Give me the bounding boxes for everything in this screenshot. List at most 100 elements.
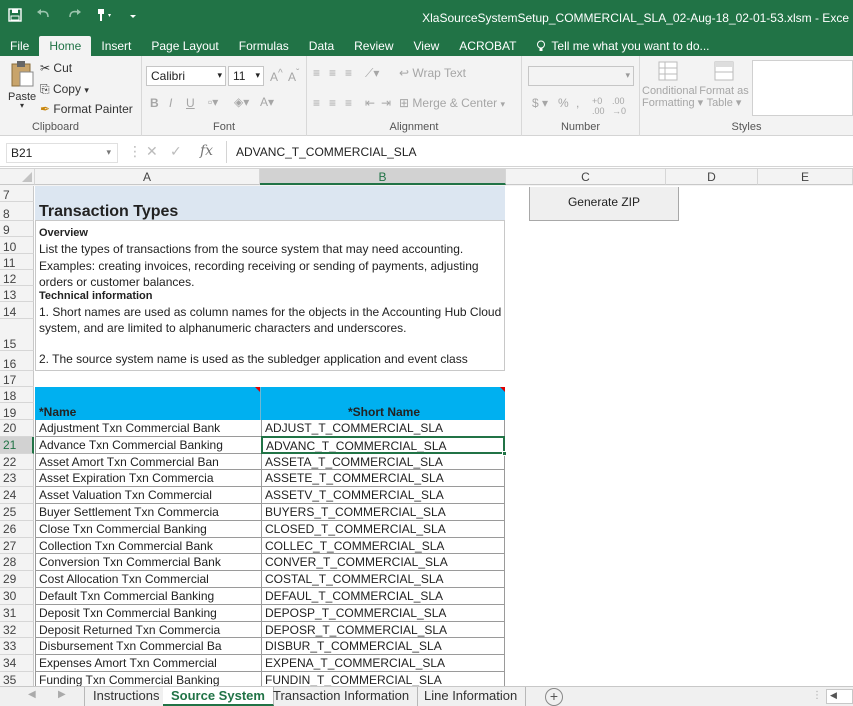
align-top-icon[interactable]: ≡: [313, 66, 320, 80]
font-size-dropdown[interactable]: 11 ▾: [228, 66, 264, 86]
transaction-short-name-cell[interactable]: ADVANC_T_COMMERCIAL_SLA: [261, 436, 505, 454]
generate-zip-button[interactable]: Generate ZIP: [529, 187, 679, 221]
technical-heading[interactable]: Technical information: [36, 290, 152, 302]
column-header-d[interactable]: D: [666, 169, 758, 185]
transaction-short-name-cell[interactable]: ADJUST_T_COMMERCIAL_SLA: [261, 420, 505, 437]
format-as-table-button[interactable]: Format as Table ▾: [698, 60, 750, 109]
transaction-name-cell[interactable]: Asset Valuation Txn Commercial: [35, 487, 261, 504]
transaction-name-cell[interactable]: Close Txn Commercial Banking: [35, 521, 261, 538]
borders-icon[interactable]: ▫▾: [208, 95, 218, 109]
examples-line-1[interactable]: Examples: creating invoices, recording r…: [36, 259, 479, 273]
comma-button[interactable]: ,: [576, 96, 579, 110]
decrease-font-icon[interactable]: Aˇ: [288, 68, 299, 84]
tell-me-box[interactable]: Tell me what you want to do...: [526, 36, 719, 56]
technical-line-3[interactable]: 2. The source system name is used as the…: [36, 352, 468, 366]
row-header[interactable]: 11: [0, 254, 34, 270]
confirm-entry-icon[interactable]: ✓: [170, 143, 182, 160]
number-format-dropdown[interactable]: ▾: [528, 66, 634, 86]
row-header[interactable]: 28: [0, 554, 34, 571]
transaction-short-name-cell[interactable]: BUYERS_T_COMMERCIAL_SLA: [261, 504, 505, 521]
font-color-icon[interactable]: A▾: [260, 95, 274, 109]
merge-center-button[interactable]: ⊞ Merge & Center ▾: [399, 96, 505, 110]
cell-styles-gallery[interactable]: [752, 60, 853, 116]
row-header[interactable]: 16: [0, 351, 34, 371]
align-center-icon[interactable]: ≡: [329, 96, 336, 110]
row-header[interactable]: 30: [0, 588, 34, 605]
insert-function-icon[interactable]: fx: [200, 143, 213, 159]
column-header-b[interactable]: B: [260, 169, 506, 185]
transaction-short-name-cell[interactable]: COSTAL_T_COMMERCIAL_SLA: [261, 571, 505, 588]
save-icon[interactable]: [8, 8, 22, 25]
transaction-name-cell[interactable]: Advance Txn Commercial Banking: [35, 437, 261, 454]
copy-button[interactable]: ⎘ Copy ▾: [40, 82, 89, 97]
tab-acrobat[interactable]: ACROBAT: [449, 36, 526, 56]
align-middle-icon[interactable]: ≡: [329, 66, 336, 80]
transaction-short-name-cell[interactable]: CONVER_T_COMMERCIAL_SLA: [261, 554, 505, 571]
tab-view[interactable]: View: [404, 36, 450, 56]
add-sheet-button[interactable]: +: [545, 688, 563, 706]
transaction-short-name-cell[interactable]: ASSETV_T_COMMERCIAL_SLA: [261, 487, 505, 504]
row-header[interactable]: 10: [0, 237, 34, 254]
row-header[interactable]: 8: [0, 202, 34, 221]
row-header[interactable]: 23: [0, 470, 34, 487]
row-header[interactable]: 17: [0, 371, 34, 387]
redo-icon[interactable]: [66, 8, 82, 25]
overview-text[interactable]: List the types of transactions from the …: [36, 242, 463, 256]
formula-input[interactable]: ADVANC_T_COMMERCIAL_SLA: [236, 145, 417, 159]
transaction-short-name-cell[interactable]: DEPOSR_T_COMMERCIAL_SLA: [261, 622, 505, 638]
currency-button[interactable]: $ ▾: [532, 96, 548, 110]
format-painter-button[interactable]: ✒ Format Painter: [40, 102, 133, 116]
tab-file[interactable]: File: [0, 36, 39, 56]
format-painter-qat-icon[interactable]: [96, 8, 114, 25]
row-header[interactable]: 32: [0, 622, 34, 638]
scroll-tabs-right-icon[interactable]: ▶: [58, 689, 66, 700]
row-header[interactable]: 9: [0, 221, 34, 237]
italic-button[interactable]: I: [169, 96, 172, 110]
orientation-icon[interactable]: ⟋▾: [365, 66, 379, 81]
split-handle-icon[interactable]: ⋮: [812, 690, 822, 701]
transaction-name-cell[interactable]: Asset Amort Txn Commercial Ban: [35, 454, 261, 470]
row-header[interactable]: 33: [0, 638, 34, 655]
increase-font-icon[interactable]: A^: [270, 68, 283, 84]
row-header[interactable]: 21: [0, 437, 34, 454]
cancel-entry-icon[interactable]: ✕: [146, 143, 158, 160]
decrease-indent-icon[interactable]: ⇤: [365, 96, 375, 110]
transaction-name-cell[interactable]: Collection Txn Commercial Bank: [35, 538, 261, 554]
align-left-icon[interactable]: ≡: [313, 96, 320, 110]
transaction-short-name-cell[interactable]: DEPOSP_T_COMMERCIAL_SLA: [261, 605, 505, 622]
horizontal-scrollbar[interactable]: ◀: [826, 689, 853, 704]
customize-qat-icon[interactable]: [128, 8, 138, 25]
sheet-tab-transaction-information[interactable]: Transaction Information: [265, 687, 419, 706]
decrease-decimal-icon[interactable]: .00 →0: [612, 96, 626, 116]
sheet-tab-source-system[interactable]: Source System: [163, 687, 274, 706]
name-box[interactable]: B21 ▾: [6, 143, 118, 163]
transaction-short-name-cell[interactable]: COLLEC_T_COMMERCIAL_SLA: [261, 538, 505, 554]
transaction-short-name-cell[interactable]: ASSETA_T_COMMERCIAL_SLA: [261, 454, 505, 470]
row-header[interactable]: 18: [0, 387, 34, 403]
bold-button[interactable]: B: [150, 96, 159, 110]
row-header[interactable]: 22: [0, 454, 34, 470]
column-header-c[interactable]: C: [506, 169, 666, 185]
increase-indent-icon[interactable]: ⇥: [381, 96, 391, 110]
section-title[interactable]: Transaction Types: [36, 203, 178, 221]
column-header-a[interactable]: A: [35, 169, 260, 185]
transaction-short-name-cell[interactable]: DISBUR_T_COMMERCIAL_SLA: [261, 638, 505, 655]
tab-home[interactable]: Home: [39, 36, 92, 56]
transaction-name-cell[interactable]: Asset Expiration Txn Commercia: [35, 470, 261, 487]
row-header[interactable]: 27: [0, 538, 34, 554]
transaction-name-cell[interactable]: Cost Allocation Txn Commercial: [35, 571, 261, 588]
tab-page-layout[interactable]: Page Layout: [141, 36, 228, 56]
wrap-text-button[interactable]: ↩ Wrap Text: [399, 66, 466, 80]
row-header[interactable]: 29: [0, 571, 34, 588]
align-bottom-icon[interactable]: ≡: [345, 66, 352, 80]
transaction-name-cell[interactable]: Expenses Amort Txn Commercial: [35, 655, 261, 672]
overview-heading[interactable]: Overview: [36, 227, 88, 239]
row-header[interactable]: 7: [0, 186, 34, 202]
undo-icon[interactable]: [36, 8, 52, 25]
examples-line-2[interactable]: orders or customer balances.: [36, 275, 194, 289]
transaction-name-cell[interactable]: Conversion Txn Commercial Bank: [35, 554, 261, 571]
transaction-name-cell[interactable]: Disbursement Txn Commercial Ba: [35, 638, 261, 655]
increase-decimal-icon[interactable]: +0.00: [592, 96, 605, 116]
sheet-tab-instructions[interactable]: Instructions: [84, 687, 169, 706]
fill-handle[interactable]: [502, 451, 507, 456]
